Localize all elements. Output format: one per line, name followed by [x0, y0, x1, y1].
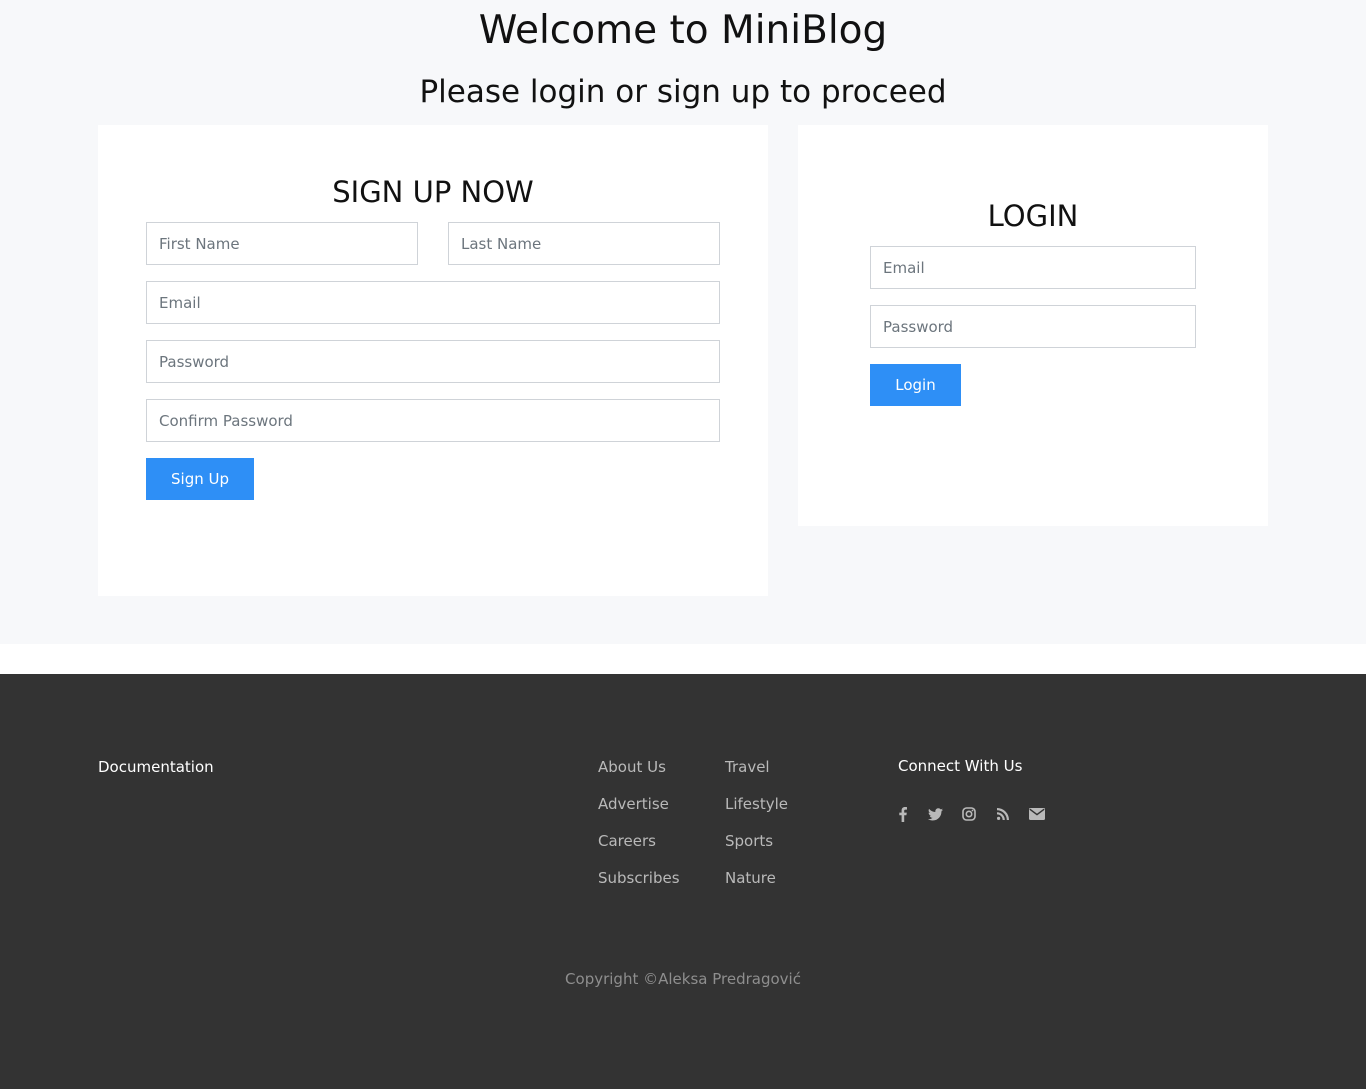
- signup-card: SIGN UP NOW Sign Up: [98, 125, 768, 596]
- copyright-text: Copyright ©Aleksa Predragović: [565, 970, 801, 988]
- footer-link-nature[interactable]: Nature: [725, 869, 776, 887]
- footer-link-item: Lifestyle: [725, 793, 788, 830]
- page-subtitle: Please login or sign up to proceed: [419, 74, 947, 110]
- section-spacer: [0, 644, 1366, 674]
- login-password-input[interactable]: [870, 305, 1196, 348]
- signup-email-input[interactable]: [146, 281, 720, 324]
- documentation-link[interactable]: Documentation: [98, 758, 214, 776]
- footer-link-item: Travel: [725, 756, 788, 793]
- footer: Documentation About Us Advertise Careers…: [0, 674, 1366, 1089]
- footer-link-item: Subscribes: [598, 867, 680, 904]
- signup-title: SIGN UP NOW: [332, 175, 534, 209]
- first-name-input[interactable]: [146, 222, 418, 265]
- footer-links-categories: Travel Lifestyle Sports Nature: [725, 756, 788, 904]
- footer-link-item: Nature: [725, 867, 788, 904]
- main-section: Welcome to MiniBlog Please login or sign…: [0, 0, 1366, 644]
- confirm-password-input[interactable]: [146, 399, 720, 442]
- login-email-input[interactable]: [870, 246, 1196, 289]
- footer-link-about-us[interactable]: About Us: [598, 758, 666, 776]
- footer-link-lifestyle[interactable]: Lifestyle: [725, 795, 788, 813]
- facebook-icon[interactable]: [894, 805, 912, 823]
- footer-link-item: Careers: [598, 830, 680, 867]
- footer-links-company: About Us Advertise Careers Subscribes: [598, 756, 680, 904]
- footer-link-item: Advertise: [598, 793, 680, 830]
- footer-link-advertise[interactable]: Advertise: [598, 795, 669, 813]
- footer-link-item: About Us: [598, 756, 680, 793]
- login-card: LOGIN Login: [798, 125, 1268, 526]
- instagram-icon[interactable]: [960, 805, 978, 823]
- page-title: Welcome to MiniBlog: [478, 8, 888, 53]
- last-name-input[interactable]: [448, 222, 720, 265]
- login-title: LOGIN: [987, 199, 1079, 233]
- rss-icon[interactable]: [994, 805, 1012, 823]
- footer-link-item: Sports: [725, 830, 788, 867]
- twitter-icon[interactable]: [926, 805, 944, 823]
- envelope-icon[interactable]: [1028, 805, 1046, 823]
- footer-link-subscribes[interactable]: Subscribes: [598, 869, 680, 887]
- footer-link-sports[interactable]: Sports: [725, 832, 773, 850]
- connect-title: Connect With Us: [898, 757, 1023, 775]
- footer-link-travel[interactable]: Travel: [725, 758, 770, 776]
- footer-link-careers[interactable]: Careers: [598, 832, 656, 850]
- sign-up-button[interactable]: Sign Up: [146, 458, 254, 500]
- login-button[interactable]: Login: [870, 364, 961, 406]
- signup-password-input[interactable]: [146, 340, 720, 383]
